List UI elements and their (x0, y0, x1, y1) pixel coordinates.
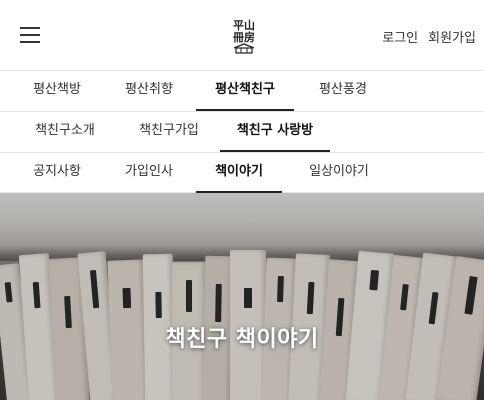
site-logo[interactable]: 平山 冊房 (222, 14, 266, 56)
tab-notices[interactable]: 공지사항 (22, 153, 92, 193)
logo-mark-icon: 平山 冊房 (233, 18, 255, 54)
tab-pyeongsan-scenery[interactable]: 평산풍경 (308, 71, 378, 111)
svg-text:平山: 平山 (233, 18, 255, 32)
signup-link[interactable]: 회원가입 (428, 27, 476, 46)
site-header: 平山 冊房 로그인 회원가입 (0, 0, 484, 70)
tab-greetings[interactable]: 가입인사 (114, 153, 184, 193)
secondary-nav: 책친구소개 책친구가입 책친구 사랑방 (0, 111, 484, 152)
hero-overlay (0, 193, 484, 400)
tab-friends-join[interactable]: 책친구가입 (126, 112, 212, 152)
tab-book-stories[interactable]: 책이야기 (196, 153, 282, 193)
tab-daily-stories[interactable]: 일상이야기 (296, 153, 382, 193)
hamburger-menu-icon[interactable] (20, 24, 42, 44)
hero-title: 책친구 책이야기 (165, 327, 319, 352)
login-link[interactable]: 로그인 (382, 27, 418, 46)
auth-links: 로그인 회원가입 (382, 27, 476, 46)
tab-friends-intro[interactable]: 책친구소개 (22, 112, 108, 152)
tertiary-nav: 공지사항 가입인사 책이야기 일상이야기 (0, 152, 484, 193)
svg-text:冊房: 冊房 (233, 30, 255, 44)
tab-pyeongsan-book-friends[interactable]: 평산책친구 (196, 71, 294, 111)
tab-pyeongsan-bookstore[interactable]: 평산책방 (22, 71, 92, 111)
tab-friends-lounge[interactable]: 책친구 사랑방 (220, 112, 330, 152)
primary-nav: 평산책방 평산취향 평산책친구 평산풍경 (0, 70, 484, 111)
tab-pyeongsan-taste[interactable]: 평산취향 (114, 71, 184, 111)
hero-banner: 책친구 책이야기 (0, 193, 484, 400)
